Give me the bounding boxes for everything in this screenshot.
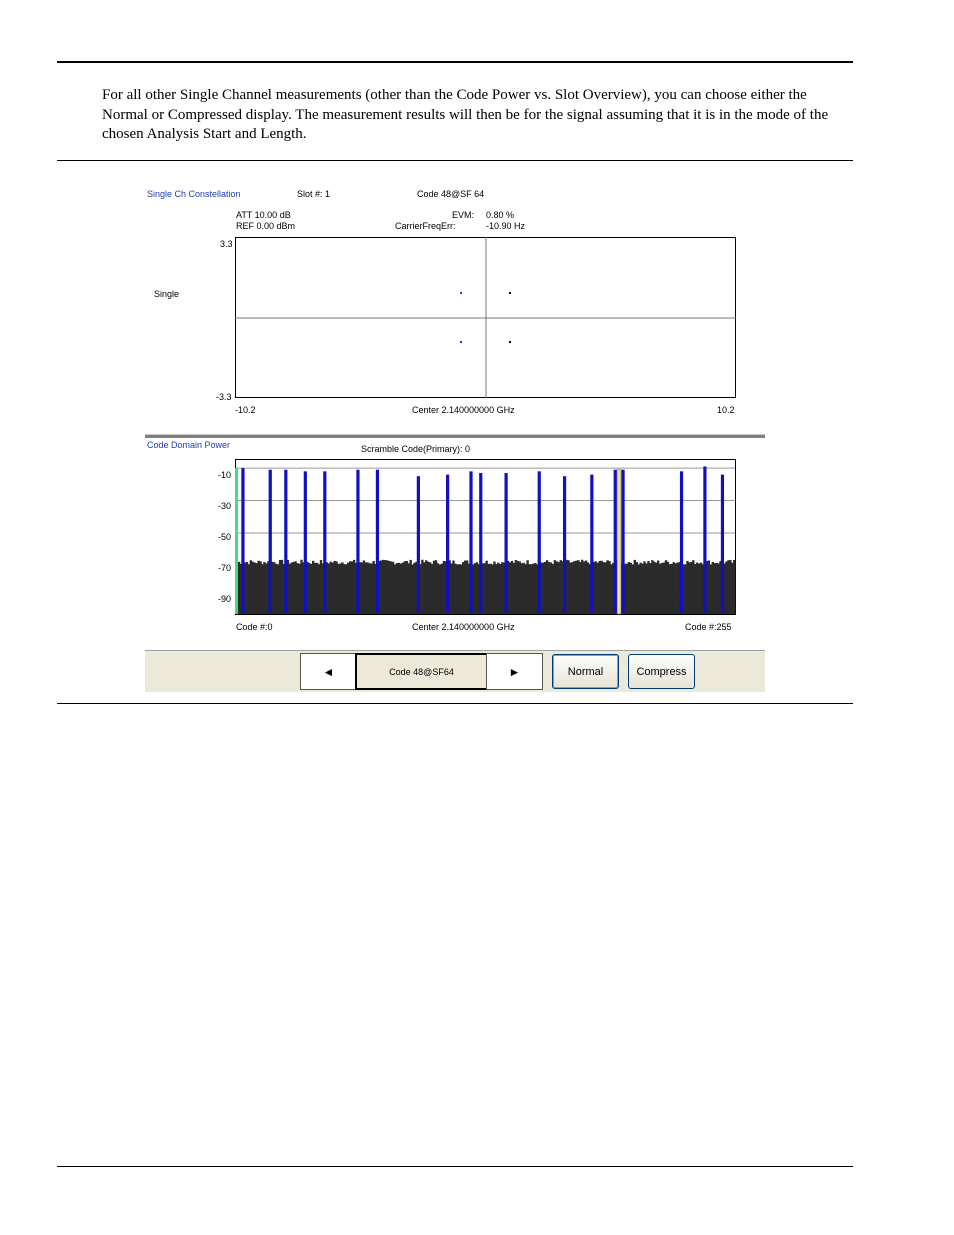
cdp-y-label: -50 xyxy=(218,532,232,542)
top-rule xyxy=(57,61,853,63)
cdp-channel-bar xyxy=(446,474,450,614)
cdp-channel-bar xyxy=(323,471,327,614)
cdp-pilot-bar xyxy=(235,468,238,614)
prev-code-button[interactable]: ◄ xyxy=(300,653,357,690)
cdp-y-label: -10 xyxy=(218,470,232,480)
instrument-screenshot: Single Ch Constellation Slot #: 1 Code 4… xyxy=(145,185,765,692)
cdp-y-label: -30 xyxy=(218,501,232,511)
cdp-channel-bar xyxy=(720,474,725,614)
cdp-channel-bar xyxy=(479,472,483,614)
next-code-button[interactable]: ► xyxy=(486,653,543,690)
cdp-x-left: Code #:0 xyxy=(236,622,273,632)
constellation-point xyxy=(509,292,511,294)
cdp-channel-bar xyxy=(241,468,245,614)
cdp-channel-bar xyxy=(621,469,625,614)
cdp-x-center: Center 2.140000000 GHz xyxy=(412,622,515,632)
section-rule-top xyxy=(57,160,853,161)
control-bar: ◄ Code 48@SF64 ► Normal Compress xyxy=(145,650,765,692)
normal-button[interactable]: Normal xyxy=(552,654,619,689)
cdp-channel-bar xyxy=(284,469,288,614)
pane-separator xyxy=(145,434,765,438)
cdp-channel-bar xyxy=(303,471,307,614)
footer-rule xyxy=(57,1166,853,1167)
cdp-channel-bar xyxy=(613,469,617,614)
cdp-y-label: -90 xyxy=(218,594,232,604)
cdp-channel-bar xyxy=(562,476,567,614)
cdp-channel-bar xyxy=(590,474,594,614)
cdp-channel-bar xyxy=(504,472,508,614)
cdp-y-label: -70 xyxy=(218,563,232,573)
section-rule-bottom xyxy=(57,703,853,704)
scramble-code: Scramble Code(Primary): 0 xyxy=(361,444,471,454)
cdp-channel-bar xyxy=(703,466,707,614)
cdp-channel-bar xyxy=(679,471,684,614)
cdp-x-right: Code #:255 xyxy=(685,622,732,632)
cdp-selected-code-bar xyxy=(616,469,622,615)
cdp-channel-bar xyxy=(469,471,473,614)
cdp-channel-bar xyxy=(375,469,380,614)
cdp-channel-bar xyxy=(537,471,541,614)
cdp-channel-bar xyxy=(268,469,272,614)
cdp-title: Code Domain Power xyxy=(147,440,231,450)
constellation-point xyxy=(460,341,462,343)
cdp-noise-bar xyxy=(733,559,736,614)
constellation-point xyxy=(460,292,462,294)
body-paragraph: For all other Single Channel measurement… xyxy=(102,87,829,142)
cdp-channel-bar xyxy=(356,469,360,614)
compress-button[interactable]: Compress xyxy=(628,654,695,689)
constellation-point xyxy=(509,341,511,343)
chart-canvas xyxy=(235,237,736,615)
cdp-channel-bar xyxy=(416,476,420,614)
code-selector[interactable]: Code 48@SF64 xyxy=(355,653,488,690)
